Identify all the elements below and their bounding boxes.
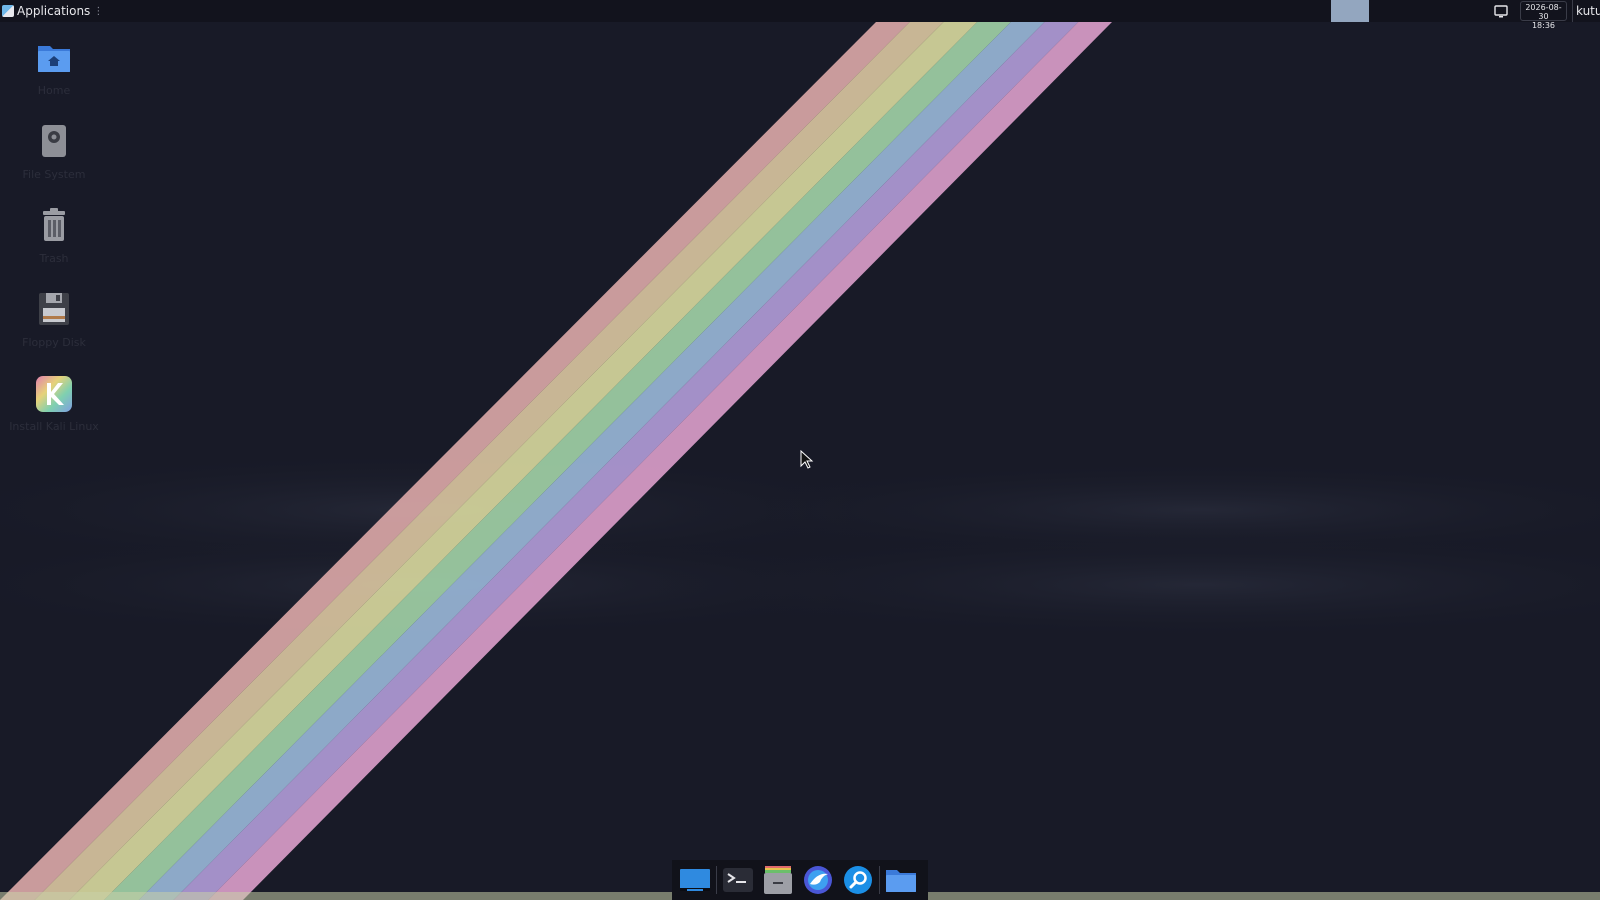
kali-menu-icon	[2, 5, 14, 17]
web-browser-icon	[804, 866, 832, 894]
dock-item-file-manager[interactable]	[882, 862, 920, 898]
home-folder-icon	[38, 46, 70, 72]
desktop[interactable]: Applications ⋮ 2026-08-30 18:36 kutu Hom…	[0, 0, 1600, 900]
applications-menu-label: Applications	[17, 4, 91, 18]
file-manager-icon	[886, 870, 916, 892]
dock-item-file-cabinet[interactable]	[759, 862, 797, 898]
desktop-icon-label: Floppy Disk	[22, 336, 86, 349]
desktop-icon-label: File System	[22, 168, 86, 181]
user-label: kutu	[1576, 4, 1600, 18]
desktop-icon-home[interactable]: Home	[14, 38, 94, 97]
dock-separator	[879, 866, 880, 894]
desktop-icon-label: Trash	[39, 252, 69, 265]
dock-separator	[716, 866, 717, 894]
dock-item-terminal[interactable]	[719, 862, 757, 898]
clock[interactable]: 2026-08-30 18:36	[1520, 1, 1567, 30]
desktop-icon-file-system[interactable]: File System	[14, 122, 94, 181]
top-panel: Applications ⋮ 2026-08-30 18:36 kutu	[0, 0, 1600, 30]
terminal-icon	[723, 868, 753, 892]
desktop-icon-floppy-disk[interactable]: Floppy Disk	[14, 290, 94, 349]
trash-icon	[43, 208, 65, 241]
display-icon[interactable]	[1494, 3, 1508, 19]
dock-item-app-finder[interactable]	[839, 862, 877, 898]
dock-item-web-browser[interactable]	[799, 862, 837, 898]
applications-menu-button[interactable]: Applications ⋮	[0, 0, 107, 22]
desktop-icon-install-kali[interactable]: Install Kali Linux	[9, 374, 99, 433]
desktop-icon-label: Home	[37, 84, 71, 97]
user-menu-button[interactable]: kutu	[1572, 0, 1600, 22]
clock-date: 2026-08-30	[1525, 3, 1562, 21]
show-desktop-icon	[680, 869, 710, 891]
dock-item-show-desktop[interactable]	[676, 862, 714, 898]
desktop-icon-label: Install Kali Linux	[9, 420, 99, 433]
mouse-cursor-icon	[800, 450, 814, 469]
desktop-icon-trash[interactable]: Trash	[14, 206, 94, 265]
app-finder-icon	[844, 866, 872, 894]
panel-handle-icon: ⋮	[93, 5, 104, 17]
floppy-disk-icon	[39, 293, 69, 325]
clock-time: 18:36	[1531, 21, 1556, 30]
hard-drive-icon	[42, 125, 66, 157]
kali-installer-icon	[36, 376, 72, 412]
file-cabinet-icon	[764, 866, 792, 894]
dock	[672, 860, 928, 900]
workspace-switcher[interactable]	[1331, 0, 1369, 22]
